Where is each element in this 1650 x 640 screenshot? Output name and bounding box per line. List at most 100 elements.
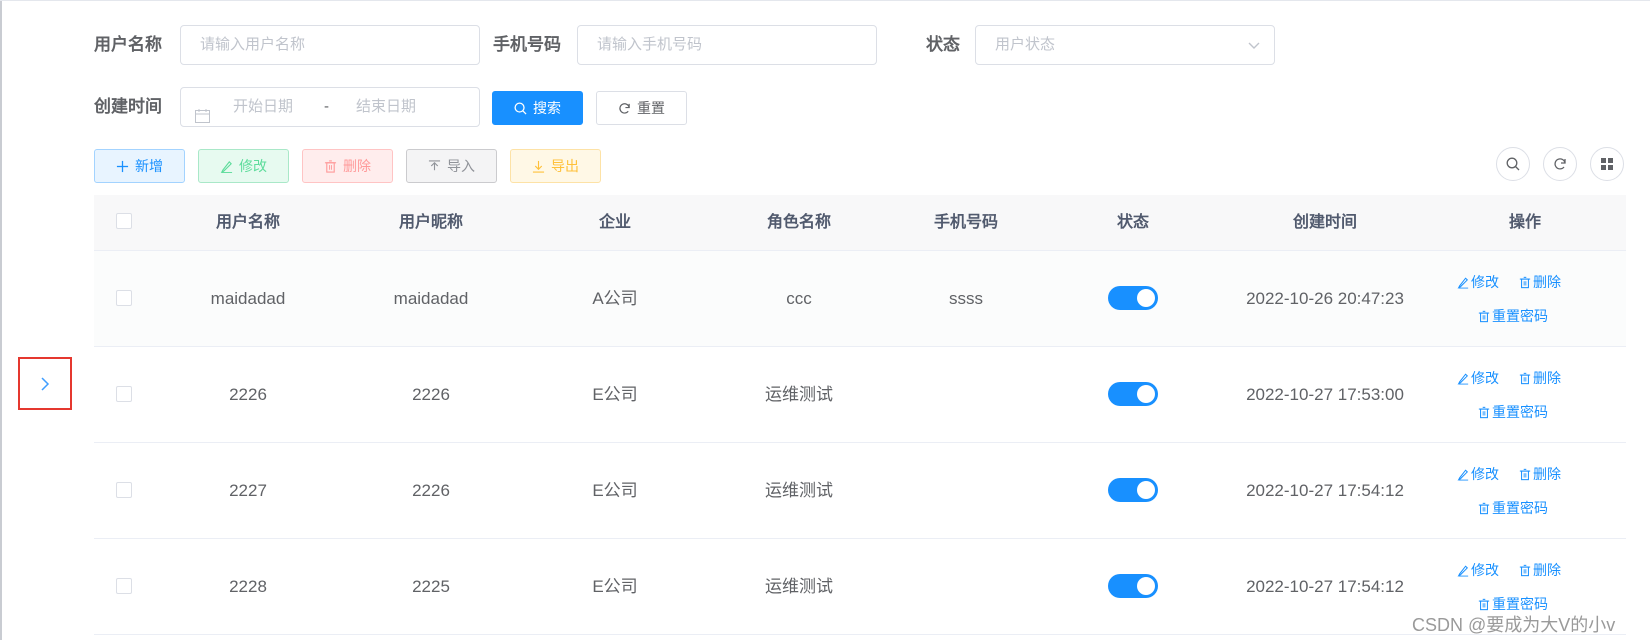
cell-phone — [891, 443, 1041, 538]
table-row[interactable]: maidadad maidadad A公司 ccc ssss 2022-10-26 20:… — [94, 251, 1626, 347]
trash-icon — [1478, 406, 1490, 418]
window-left-edge — [0, 0, 2, 640]
edit-button[interactable]: 修改 — [198, 149, 289, 183]
table-header: 用户名称 用户昵称 企业 角色名称 手机号码 状态 创建时间 操作 — [94, 195, 1626, 251]
table-row[interactable]: 2227 2226 E公司 运维测试 2022-10-27 17:54:12 修改 删除 重置… — [94, 443, 1626, 539]
column-header-phone[interactable]: 手机号码 — [891, 195, 1041, 250]
calendar-icon — [195, 100, 210, 138]
cell-created: 2022-10-26 20:47:23 — [1246, 289, 1404, 308]
cell-username: 2228 — [229, 577, 267, 596]
cell-nickname: maidadad — [393, 289, 469, 308]
row-actions: 修改 删除重置密码 — [1425, 443, 1625, 538]
row-edit-label: 修改 — [1471, 274, 1499, 290]
row-edit-link[interactable]: 修改 — [1457, 272, 1499, 292]
cell-created: 2022-10-27 17:54:12 — [1246, 481, 1404, 500]
date-range-picker[interactable]: 开始日期 - 结束日期 — [180, 87, 480, 127]
row-reset-password-link[interactable]: 重置密码 — [1478, 402, 1548, 422]
search-button[interactable]: 搜索 — [492, 91, 583, 125]
column-header-nickname[interactable]: 用户昵称 — [339, 195, 523, 250]
switch-knob — [1137, 289, 1155, 307]
row-checkbox[interactable] — [116, 290, 132, 306]
row-checkbox[interactable] — [116, 578, 132, 594]
row-actions: 修改 删除重置密码 — [1425, 347, 1625, 442]
search-icon — [514, 101, 527, 115]
username-placeholder: 请输入用户名称 — [200, 36, 306, 53]
cell-role: 运维测试 — [765, 385, 833, 404]
cell-role: ccc — [786, 289, 812, 308]
status-switch[interactable] — [1108, 574, 1158, 598]
row-checkbox[interactable] — [116, 386, 132, 402]
export-button[interactable]: 导出 — [510, 149, 601, 183]
row-delete-label: 删除 — [1533, 370, 1561, 386]
column-header-status[interactable]: 状态 — [1041, 195, 1225, 250]
download-icon — [532, 160, 545, 173]
refresh-icon — [1554, 158, 1566, 170]
row-edit-link[interactable]: 修改 — [1457, 368, 1499, 388]
trash-icon — [1519, 276, 1531, 288]
row-reset-password-label: 重置密码 — [1492, 308, 1548, 324]
row-edit-link[interactable]: 修改 — [1457, 560, 1499, 580]
status-select[interactable]: 用户状态 — [975, 25, 1275, 65]
row-delete-link[interactable]: 删除 — [1519, 464, 1561, 484]
column-header-company[interactable]: 企业 — [523, 195, 707, 250]
cell-phone — [891, 539, 1041, 634]
cell-company: E公司 — [592, 577, 638, 596]
row-reset-password-link[interactable]: 重置密码 — [1478, 306, 1548, 326]
cell-nickname: 2226 — [412, 481, 450, 500]
window-top-edge — [0, 0, 1650, 1]
search-button-label: 搜索 — [533, 100, 561, 116]
delete-button-label: 删除 — [343, 158, 371, 174]
row-delete-link[interactable]: 删除 — [1519, 368, 1561, 388]
import-button-label: 导入 — [447, 158, 475, 174]
select-all-checkbox[interactable] — [116, 213, 132, 229]
delete-button[interactable]: 删除 — [302, 149, 393, 183]
switch-knob — [1137, 385, 1155, 403]
cell-nickname: 2225 — [412, 577, 450, 596]
cell-nickname: 2226 — [412, 385, 450, 404]
import-button[interactable]: 导入 — [406, 149, 497, 183]
edit-button-label: 修改 — [239, 158, 267, 174]
row-reset-password-label: 重置密码 — [1492, 500, 1548, 516]
row-edit-label: 修改 — [1471, 466, 1499, 482]
table-row[interactable]: 2226 2226 E公司 运维测试 2022-10-27 17:53:00 修改 删除 重置… — [94, 347, 1626, 443]
username-input[interactable]: 请输入用户名称 — [180, 25, 480, 65]
add-button[interactable]: 新增 — [94, 149, 185, 183]
column-header-role[interactable]: 角色名称 — [707, 195, 891, 250]
username-label: 用户名称 — [94, 35, 162, 54]
row-delete-link[interactable]: 删除 — [1519, 272, 1561, 292]
row-edit-link[interactable]: 修改 — [1457, 464, 1499, 484]
sidebar-expand-button[interactable] — [18, 357, 72, 410]
edit-icon — [1457, 372, 1469, 385]
phone-input[interactable]: 请输入手机号码 — [577, 25, 877, 65]
column-header-created[interactable]: 创建时间 — [1225, 195, 1425, 250]
status-switch[interactable] — [1108, 478, 1158, 502]
reset-button[interactable]: 重置 — [596, 91, 687, 125]
search-icon — [1506, 157, 1520, 171]
status-switch[interactable] — [1108, 286, 1158, 310]
toggle-search-button[interactable] — [1496, 147, 1530, 181]
column-settings-button[interactable] — [1590, 147, 1624, 181]
trash-icon — [1478, 598, 1490, 610]
cell-role: 运维测试 — [765, 577, 833, 596]
trash-icon — [1519, 564, 1531, 576]
column-header-username[interactable]: 用户名称 — [157, 195, 339, 250]
row-actions: 修改 删除重置密码 — [1425, 251, 1625, 346]
table-row[interactable]: 2228 2225 E公司 运维测试 2022-10-27 17:54:12 修改 删除 重置… — [94, 539, 1626, 635]
cell-phone — [891, 347, 1041, 442]
cell-created: 2022-10-27 17:53:00 — [1246, 385, 1404, 404]
date-separator: - — [324, 98, 329, 115]
cell-company: E公司 — [592, 385, 638, 404]
grid-icon — [1601, 158, 1613, 170]
row-delete-link[interactable]: 删除 — [1519, 560, 1561, 580]
status-switch[interactable] — [1108, 382, 1158, 406]
trash-icon — [1478, 310, 1490, 322]
chevron-right-icon — [41, 376, 50, 391]
refresh-table-button[interactable] — [1543, 147, 1577, 181]
cell-role: 运维测试 — [765, 481, 833, 500]
edit-icon — [1457, 564, 1469, 577]
row-delete-label: 删除 — [1533, 274, 1561, 290]
row-reset-password-link[interactable]: 重置密码 — [1478, 498, 1548, 518]
row-edit-label: 修改 — [1471, 370, 1499, 386]
row-checkbox[interactable] — [116, 482, 132, 498]
edit-icon — [1457, 276, 1469, 289]
